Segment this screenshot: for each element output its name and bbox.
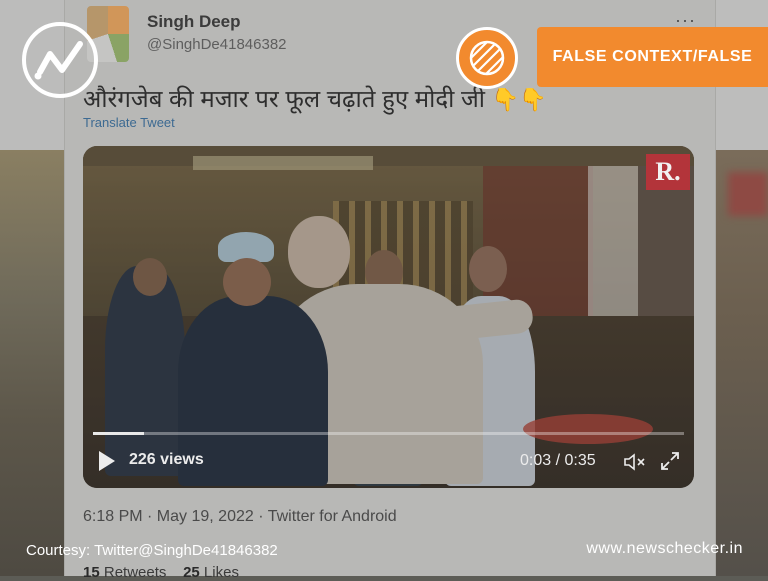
striped-circle-icon xyxy=(456,27,518,89)
view-count: 226 views xyxy=(129,451,204,468)
video-dim-overlay xyxy=(83,146,694,488)
tweet-timestamp[interactable]: 6:18 PM · May 19, 2022 · Twitter for And… xyxy=(83,508,397,526)
pointing-down-emoji: 👇👇 xyxy=(491,87,547,112)
site-url: www.newschecker.in xyxy=(586,540,743,557)
video-player[interactable]: R. 226 views 0:03 / 0:35 xyxy=(83,146,694,488)
tweet-stats: 15 Retweets 25 Likes xyxy=(83,564,239,581)
retweet-label[interactable]: Retweets xyxy=(104,564,167,581)
translate-tweet-link[interactable]: Translate Tweet xyxy=(83,115,175,130)
play-icon[interactable] xyxy=(99,451,115,471)
video-time: 0:03 / 0:35 xyxy=(520,452,596,469)
like-label[interactable]: Likes xyxy=(204,564,239,581)
fact-check-rating: FALSE CONTEXT/FALSE xyxy=(537,27,768,87)
like-count[interactable]: 25 xyxy=(183,564,200,581)
fullscreen-icon[interactable] xyxy=(659,450,681,472)
mute-icon[interactable] xyxy=(623,452,647,472)
tweet-body: औरंगजेब की मजार पर फूल चढ़ाते हुए मोदी ज… xyxy=(83,86,486,113)
blurred-badge xyxy=(728,172,768,216)
newschecker-logo-icon xyxy=(22,22,98,98)
courtesy-credit: Courtesy: Twitter@SinghDe41846382 xyxy=(26,542,278,559)
user-handle[interactable]: @SinghDe41846382 xyxy=(147,36,287,53)
channel-watermark: R. xyxy=(646,154,690,190)
video-progress-fill xyxy=(93,432,144,435)
retweet-count[interactable]: 15 xyxy=(83,564,100,581)
display-name[interactable]: Singh Deep xyxy=(147,12,241,32)
video-progress-bar[interactable] xyxy=(93,432,684,435)
